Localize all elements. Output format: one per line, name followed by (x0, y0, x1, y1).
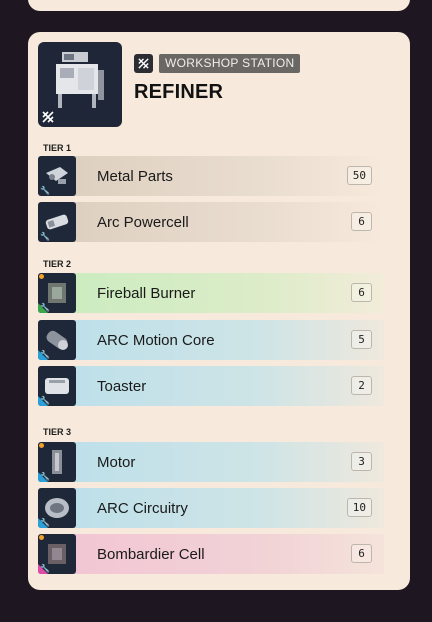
item-name: ARC Motion Core (97, 331, 215, 349)
toaster-icon (45, 378, 69, 394)
tier-label: TIER 2 (43, 259, 72, 269)
list-item[interactable]: 🔧 ARC Circuitry 10 (38, 488, 384, 528)
previous-card (28, 0, 410, 11)
new-indicator-icon (39, 274, 44, 279)
brand-icon (42, 111, 54, 123)
item-count: 3 (351, 452, 372, 471)
wrench-icon: 🔧 (40, 564, 50, 573)
motor-icon (52, 450, 62, 474)
item-count: 10 (346, 498, 372, 517)
item-count: 50 (346, 166, 372, 185)
workshop-icon (134, 54, 153, 73)
item-name: Motor (97, 453, 136, 471)
item-name: Metal Parts (97, 167, 173, 185)
item-count: 5 (351, 330, 372, 349)
item-name: Arc Powercell (97, 213, 189, 231)
wrench-icon: 🔧 (40, 186, 50, 195)
item-name: Bombardier Cell (97, 545, 205, 563)
wrench-icon: 🔧 (40, 232, 50, 241)
item-count: 6 (351, 212, 372, 231)
wrench-icon: 🔧 (40, 518, 50, 527)
item-count: 2 (351, 376, 372, 395)
item-name: ARC Circuitry (97, 499, 188, 517)
wrench-icon: 🔧 (40, 350, 50, 359)
item-name: Toaster (97, 377, 147, 395)
new-indicator-icon (39, 443, 44, 448)
station-image (38, 42, 122, 127)
station-card: WORKSHOP STATION REFINER TIER 1 🔧 Metal … (28, 32, 410, 590)
list-item[interactable]: 🔧 Metal Parts 50 (38, 156, 384, 196)
item-name: Fireball Burner (97, 284, 196, 302)
list-item[interactable]: 🔧 Bombardier Cell 6 (38, 534, 384, 574)
station-type-badge: WORKSHOP STATION (159, 54, 301, 73)
item-count: 6 (351, 283, 372, 302)
list-item[interactable]: 🔧 Arc Powercell 6 (38, 202, 384, 242)
tier-label: TIER 3 (43, 427, 72, 437)
wrench-icon: 🔧 (40, 396, 50, 405)
wrench-icon: 🔧 (40, 472, 50, 481)
wrench-icon: 🔧 (40, 303, 50, 312)
station-title: REFINER (134, 81, 224, 103)
list-item[interactable]: 🔧 Fireball Burner 6 (38, 273, 384, 313)
list-item[interactable]: 🔧 Motor 3 (38, 442, 384, 482)
arc-powercell-icon (45, 214, 69, 230)
list-item[interactable]: 🔧 Toaster 2 (38, 366, 384, 406)
new-indicator-icon (39, 535, 44, 540)
tier-label: TIER 1 (43, 143, 72, 153)
item-count: 6 (351, 544, 372, 563)
list-item[interactable]: 🔧 ARC Motion Core 5 (38, 320, 384, 360)
